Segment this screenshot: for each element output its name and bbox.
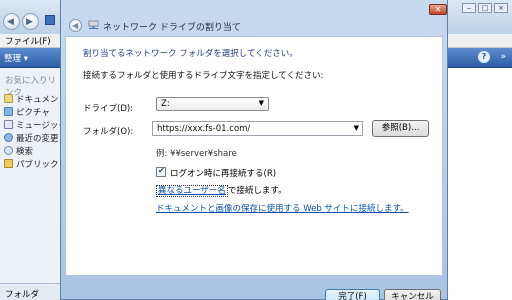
network-drive-icon bbox=[88, 20, 99, 29]
dialog-back-button[interactable]: ◀ bbox=[69, 19, 82, 32]
folder-input-value: https://xxx.fs-01.com/ bbox=[157, 124, 251, 134]
nav-item-public[interactable]: パブリック bbox=[0, 157, 62, 170]
back-arrow-icon: ◀ bbox=[7, 17, 14, 27]
instruction-subtitle: 接続するフォルダと使用するドライブ文字を指定してください: bbox=[83, 71, 324, 81]
drive-label: ドライブ(D): bbox=[83, 104, 134, 114]
forward-arrow-icon: ▶ bbox=[26, 17, 33, 27]
browse-button[interactable]: 参照(B)... bbox=[372, 120, 429, 137]
dialog-close-button[interactable]: ✕ bbox=[429, 4, 447, 15]
minimize-button[interactable]: ‒ bbox=[462, 3, 476, 13]
drive-select-value: Z: bbox=[161, 99, 170, 109]
drive-select[interactable]: Z: ▼ bbox=[156, 97, 269, 111]
nav-item-recent-changes[interactable]: 最近の変更 bbox=[0, 131, 62, 144]
cancel-button[interactable]: キャンセル bbox=[384, 289, 441, 300]
folder-label: フォルダ(O): bbox=[83, 127, 134, 137]
music-icon bbox=[4, 120, 13, 129]
favorites-list: ドキュメント ピクチャ ミュージック 最近の変更 検索 パブリック bbox=[0, 92, 62, 170]
instruction-title: 割り当てるネットワーク フォルダを選択してください。 bbox=[83, 49, 298, 59]
back-button[interactable]: ◀ bbox=[3, 13, 20, 30]
nav-item-label: パブリック bbox=[16, 159, 59, 170]
folder-bar-label: フォルダ bbox=[5, 290, 40, 300]
nav-item-documents[interactable]: ドキュメント bbox=[0, 92, 62, 105]
file-list-area[interactable] bbox=[448, 68, 512, 300]
close-window-button[interactable]: × bbox=[494, 3, 508, 13]
forward-button[interactable]: ▶ bbox=[22, 13, 39, 30]
nav-item-label: 検索 bbox=[16, 146, 34, 157]
dialog-title: ネットワーク ドライブの割り当て bbox=[103, 23, 241, 33]
public-folder-icon bbox=[4, 159, 13, 168]
different-user-link[interactable]: 異なるユーザー名 bbox=[156, 185, 228, 197]
map-network-drive-dialog: ✕ ◀ ネットワーク ドライブの割り当て 割り当てるネットワーク フォルダを選択… bbox=[60, 0, 448, 300]
pictures-icon bbox=[4, 107, 13, 116]
different-user-row: 異なるユーザー名 で接続します。 bbox=[156, 184, 287, 197]
organize-button[interactable]: 整理 ▾ bbox=[4, 52, 28, 64]
checkmark-icon: ✔ bbox=[158, 166, 165, 175]
example-text: 例: ¥¥server¥share bbox=[156, 149, 237, 159]
documents-icon bbox=[4, 94, 13, 103]
folder-input[interactable]: https://xxx.fs-01.com/ ▼ bbox=[152, 121, 363, 136]
back-arrow-icon: ◀ bbox=[72, 21, 79, 30]
help-icon[interactable]: ? bbox=[478, 51, 490, 63]
chevron-down-icon[interactable]: ▼ bbox=[354, 124, 359, 132]
nav-item-label: 最近の変更 bbox=[16, 133, 59, 144]
finish-button[interactable]: 完了(F) bbox=[325, 289, 380, 300]
nav-item-music[interactable]: ミュージック bbox=[0, 118, 62, 131]
nav-item-label: ドキュメント bbox=[16, 94, 62, 105]
document-site-link[interactable]: ドキュメントと画像の保存に使用する Web サイトに接続します。 bbox=[156, 202, 409, 214]
menu-file[interactable]: ファイル(F) bbox=[5, 35, 51, 47]
nav-item-label: ピクチャ bbox=[16, 107, 50, 118]
chevron-down-icon: ▼ bbox=[258, 99, 264, 107]
reconnect-label[interactable]: ログオン時に再接続する(R) bbox=[170, 167, 276, 179]
address-folder-icon bbox=[45, 15, 55, 25]
navigation-pane: お気に入りリンク ドキュメント ピクチャ ミュージック 最近の変更 検索 パブリ… bbox=[0, 68, 62, 283]
maximize-button[interactable]: □ bbox=[478, 3, 492, 13]
window-controls: ‒ □ × bbox=[462, 3, 508, 14]
nav-item-pictures[interactable]: ピクチャ bbox=[0, 105, 62, 118]
toolbar-overflow-button[interactable]: » bbox=[500, 52, 506, 62]
different-user-suffix: で接続します。 bbox=[227, 186, 287, 196]
search-icon bbox=[4, 146, 13, 155]
recent-changes-icon bbox=[4, 133, 13, 142]
dialog-content: 割り当てるネットワーク フォルダを選択してください。 接続するフォルダと使用する… bbox=[65, 36, 443, 276]
folder-tree-toggle[interactable]: フォルダ bbox=[0, 283, 62, 300]
nav-item-search[interactable]: 検索 bbox=[0, 144, 62, 157]
reconnect-checkbox[interactable]: ✔ bbox=[156, 166, 166, 177]
nav-item-label: ミュージック bbox=[16, 120, 62, 131]
